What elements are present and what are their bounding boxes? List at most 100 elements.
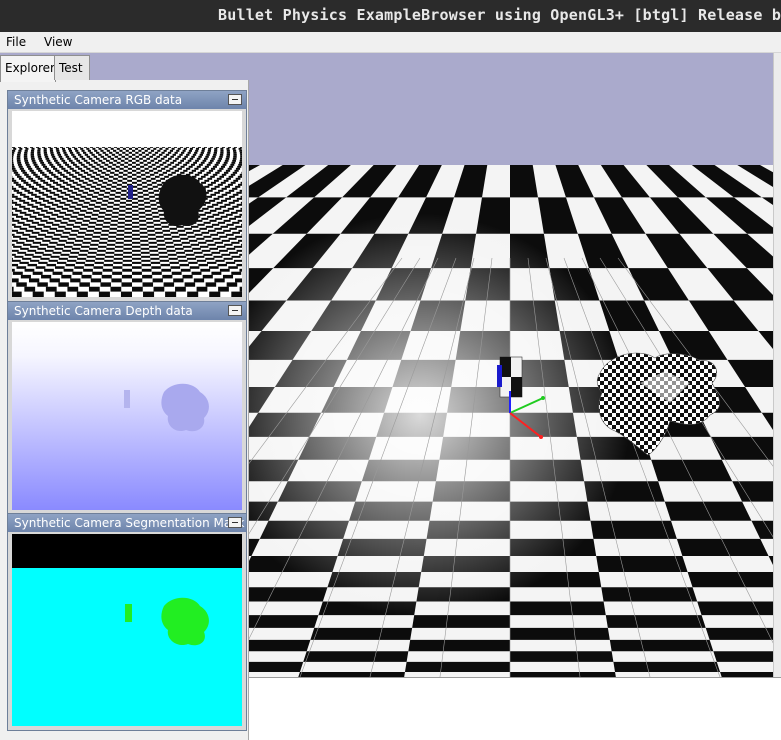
tab-test[interactable]: Test	[54, 55, 90, 80]
rgb-floor-tile	[154, 158, 158, 160]
rgb-floor-tile	[49, 242, 57, 244]
rgb-floor-tile	[109, 162, 113, 164]
rgb-floor-tile	[222, 188, 227, 190]
rgb-floor-tile	[157, 184, 162, 186]
rgb-floor-tile	[132, 262, 141, 264]
rgb-floor-tile	[227, 152, 230, 154]
rgb-floor-tile	[155, 152, 158, 154]
rgb-floor-tile	[12, 220, 19, 222]
rgb-floor-tile	[226, 170, 230, 172]
rgb-floor-tile	[38, 158, 42, 160]
rgb-floor-tile	[96, 158, 100, 160]
rgb-floor-tile	[67, 158, 71, 160]
rgb-floor-tile	[166, 154, 169, 156]
rgb-floor-tile	[232, 256, 241, 258]
rgb-floor-tile	[17, 156, 20, 158]
depth-camera-panel[interactable]: Synthetic Camera Depth data	[7, 301, 247, 515]
depth-panel-header[interactable]: Synthetic Camera Depth data	[8, 302, 246, 320]
window-title-bar: Bullet Physics ExampleBrowser using Open…	[0, 0, 781, 32]
rgb-floor-tile	[132, 258, 141, 260]
rgb-floor-tile	[77, 204, 83, 206]
rgb-floor-tile	[104, 264, 113, 266]
rgb-floor-tile	[214, 150, 217, 152]
rgb-floor-tile	[123, 256, 132, 258]
rgb-floor-tile	[172, 148, 175, 150]
rgb-floor-tile	[142, 152, 145, 154]
rgb-floor-tile	[69, 174, 73, 176]
rgb-floor-tile	[54, 160, 58, 162]
rgb-floor-tile	[154, 172, 158, 174]
rgb-floor-tile	[137, 188, 142, 190]
rgb-floor-tile	[43, 166, 47, 168]
segmentation-camera-panel[interactable]: Synthetic Camera Segmentation Mask	[7, 513, 247, 731]
rgb-floor-tile	[56, 230, 64, 232]
rgb-floor-tile	[232, 160, 236, 162]
rgb-floor-tile	[50, 150, 53, 152]
rgb-floor-tile	[211, 182, 216, 184]
rgb-floor-tile	[44, 269, 54, 272]
right-scrollbar[interactable]	[773, 53, 781, 677]
rgb-floor-tile	[158, 252, 167, 254]
rgb-panel-minimize-button[interactable]	[228, 94, 242, 105]
rgb-camera-panel[interactable]: Synthetic Camera RGB data	[7, 90, 247, 302]
rgb-floor-tile	[118, 218, 125, 220]
rgb-floor-tile	[146, 158, 150, 160]
rgb-floor-tile	[81, 224, 88, 226]
rgb-floor-tile	[78, 214, 85, 216]
rgb-floor-tile	[78, 162, 82, 164]
rgb-floor-tile	[138, 204, 144, 206]
rgb-floor-tile	[50, 198, 56, 200]
rgb-floor-tile	[217, 160, 221, 162]
rgb-floor-tile	[214, 278, 224, 282]
rgb-floor-tile	[218, 212, 225, 214]
rgb-floor-tile	[199, 164, 203, 166]
tab-explorer[interactable]: Explorer	[0, 55, 56, 82]
rgb-floor-tile	[69, 234, 77, 236]
rgb-floor-tile	[99, 212, 106, 214]
rgb-floor-tile	[234, 147, 237, 148]
rgb-floor-tile	[68, 238, 76, 240]
rgb-floor-tile	[132, 278, 142, 282]
depth-panel-minimize-button[interactable]	[228, 305, 242, 316]
rgb-floor-tile	[149, 250, 158, 252]
segmentation-panel-header[interactable]: Synthetic Camera Segmentation Mask	[8, 514, 246, 532]
rgb-floor-tile	[179, 234, 187, 236]
segmentation-panel-minimize-button[interactable]	[228, 517, 242, 528]
rgb-floor-tile	[96, 202, 102, 204]
rgb-floor-tile	[110, 158, 114, 160]
rgb-floor-tile	[108, 202, 114, 204]
rgb-floor-tile	[180, 172, 184, 174]
rgb-floor-tile	[186, 154, 189, 156]
rgb-floor-tile	[121, 160, 125, 162]
rgb-floor-tile	[186, 254, 195, 256]
rgb-floor-tile	[126, 147, 129, 148]
rgb-floor-tile	[21, 218, 28, 220]
rgb-floor-tile	[59, 258, 68, 260]
rgb-floor-tile	[21, 188, 26, 190]
rgb-floor-tile	[117, 184, 122, 186]
rgb-floor-tile	[151, 150, 154, 152]
rgb-panel-header[interactable]: Synthetic Camera RGB data	[8, 91, 246, 109]
rgb-floor-tile	[207, 152, 210, 154]
menu-view[interactable]: View	[44, 32, 72, 52]
rgb-floor-tile	[127, 180, 132, 182]
rgb-floor-tile	[205, 202, 211, 204]
rgb-floor-tile	[65, 228, 72, 230]
rgb-floor-tile	[83, 182, 88, 184]
rgb-floor-tile	[132, 266, 142, 269]
rgb-floor-tile	[86, 168, 90, 170]
rgb-floor-tile	[24, 152, 27, 154]
rgb-floor-tile	[73, 156, 76, 158]
menu-file[interactable]: File	[6, 32, 26, 52]
rgb-floor-tile	[135, 148, 138, 150]
rgb-floor-tile	[37, 282, 48, 286]
rgb-floor-tile	[12, 230, 18, 232]
rgb-floor-tile	[231, 174, 235, 176]
rgb-floor-tile	[61, 192, 66, 194]
rgb-floor-tile	[233, 200, 239, 202]
rgb-floor-tile	[74, 148, 77, 150]
rgb-floor-tile	[39, 186, 44, 188]
rgb-floor-tile	[235, 226, 242, 228]
rgb-floor-tile	[203, 254, 212, 256]
rgb-floor-tile	[110, 224, 117, 226]
